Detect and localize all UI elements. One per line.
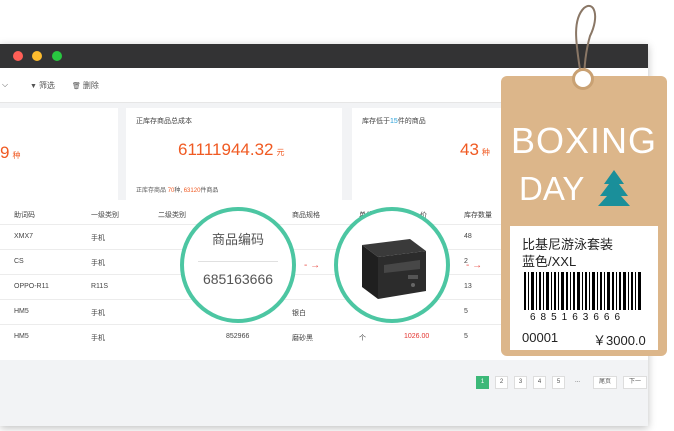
- table-cell: 磨砂黑: [292, 335, 313, 342]
- stat-card-cost-title: 正库存商品总成本: [136, 118, 192, 125]
- stat-card-lowstock-value: 43: [460, 140, 479, 159]
- stat-card-1-unit: 种: [12, 151, 21, 160]
- table-cell: HM5: [14, 333, 29, 340]
- close-window-button[interactable]: [13, 51, 23, 61]
- stat-card-1-value: 9: [0, 143, 10, 162]
- stat-card-cost: 正库存商品总成本 61111944.32 元 正库存商品 70种, 63120件商…: [126, 108, 342, 200]
- stat-card-cost-subtitle: 正库存商品 70种, 63120件商品: [136, 188, 219, 194]
- delete-button[interactable]: 🗑 删除: [72, 80, 99, 91]
- stat-card-lowstock-unit: 种: [481, 148, 490, 157]
- stat-card-cost-unit: 元: [276, 148, 285, 157]
- tag-hole: [572, 68, 594, 90]
- arrow-right-icon: - →: [466, 260, 483, 271]
- barcode-digits: 685163666: [530, 312, 626, 323]
- page-button[interactable]: 2: [495, 376, 508, 389]
- table-cell: 5: [464, 308, 468, 315]
- divider: [198, 261, 278, 262]
- table-cell: 13: [464, 283, 472, 290]
- product-variant: 蓝色/XXL: [522, 254, 577, 269]
- stat-card-lowstock-title: 库存低于15件的商品: [362, 118, 426, 125]
- table-cell: 手机: [91, 310, 105, 317]
- last-page-button[interactable]: 尾页: [593, 376, 617, 389]
- price-tag: BOXING DAY 比基尼游泳套装 蓝色/XXL 685163666 0000…: [501, 68, 667, 356]
- delete-label: 删除: [82, 81, 99, 90]
- tag-title-line2: DAY: [519, 170, 585, 207]
- page-ellipsis: ...: [574, 378, 580, 384]
- table-cell: XMX7: [14, 233, 34, 240]
- arrow-right-icon: - →: [304, 260, 321, 271]
- product-code-value: 685163666: [202, 271, 274, 287]
- table-cell: 手机: [91, 235, 105, 242]
- stat-card-1: 9种: [0, 108, 118, 200]
- table-cell: R11S: [91, 283, 108, 290]
- stat-card-lowstock: 库存低于15件的商品 43 种: [352, 108, 502, 200]
- product-code-title: 商品编码: [211, 232, 264, 247]
- page-button[interactable]: 4: [533, 376, 546, 389]
- table-cell: 1026.00: [404, 333, 430, 340]
- chevron-down-icon[interactable]: ⌵: [2, 80, 8, 90]
- barcode: [524, 272, 641, 310]
- filter-icon: ▼: [30, 83, 37, 90]
- table-cell: 个: [359, 335, 366, 342]
- filter-label: 筛选: [38, 81, 55, 90]
- column-header[interactable]: 助词码: [14, 210, 35, 220]
- column-header[interactable]: 二级类别: [158, 210, 186, 220]
- printer-icon: [362, 239, 426, 299]
- column-header[interactable]: 库存数量: [464, 210, 492, 220]
- table-cell: HM5: [14, 308, 29, 315]
- page-button[interactable]: 5: [552, 376, 565, 389]
- page-button[interactable]: 3: [514, 376, 527, 389]
- tag-title-line1: BOXING: [511, 120, 658, 161]
- printer-callout: [334, 207, 450, 323]
- table-cell: 852966: [226, 333, 250, 340]
- table-cell: OPPO-R11: [14, 283, 49, 290]
- maximize-window-button[interactable]: [52, 51, 62, 61]
- product-code: 00001: [522, 330, 559, 345]
- table-cell: 48: [464, 233, 472, 240]
- tree-icon: [598, 170, 630, 206]
- trash-icon: 🗑: [72, 83, 81, 90]
- filter-button[interactable]: ▼ 筛选: [30, 80, 55, 91]
- stat-card-cost-value: 61111944.32: [178, 140, 274, 159]
- table-cell: 银白: [292, 310, 306, 317]
- column-header[interactable]: 商品规格: [292, 210, 320, 220]
- title-bar: [0, 44, 648, 68]
- page-button[interactable]: 1: [476, 376, 489, 389]
- product-price: ￥3000.0: [593, 333, 646, 348]
- column-header[interactable]: 一级类别: [91, 210, 119, 220]
- minimize-window-button[interactable]: [32, 51, 42, 61]
- table-cell: 手机: [91, 260, 105, 267]
- next-page-button[interactable]: 下一: [623, 376, 647, 389]
- table-cell: 5: [464, 333, 468, 340]
- product-code-callout: 商品编码 685163666: [180, 207, 296, 323]
- tag-label: 比基尼游泳套装 蓝色/XXL 685163666 00001 ￥3000.0: [510, 226, 658, 350]
- table-cell: CS: [14, 258, 24, 265]
- table-cell: 手机: [91, 335, 105, 342]
